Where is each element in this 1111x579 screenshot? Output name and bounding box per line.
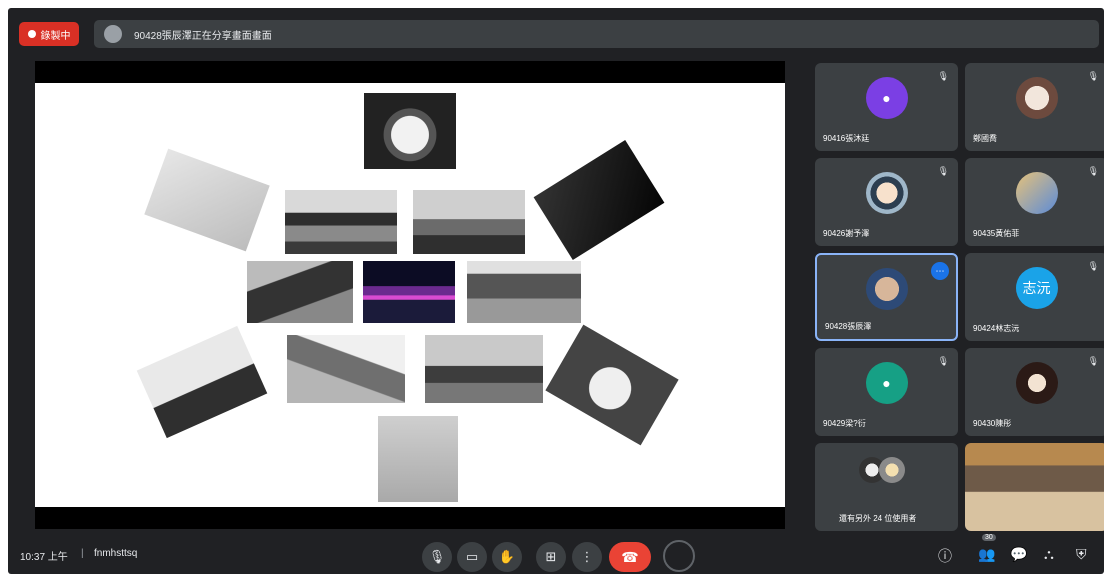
avatar: 志沅 (1015, 267, 1058, 310)
photo-building-left (247, 261, 353, 323)
photo-tilted-left-bottom (136, 325, 268, 439)
photo-building-right (467, 261, 581, 323)
loading-ring (663, 540, 695, 572)
meeting-code: fnmhsttsq (94, 548, 138, 559)
avatar (865, 267, 908, 310)
avatar (1015, 362, 1058, 405)
participant-tile[interactable]: 🎙 志沅 90424林志沅 (965, 253, 1104, 341)
separator: | (81, 548, 84, 559)
mic-off-icon: 🎙 (1087, 166, 1099, 176)
participant-name: 90426謝予澤 (823, 229, 870, 238)
avatar (1015, 172, 1058, 215)
participant-name: 90424林志沅 (973, 324, 1020, 333)
present-icon: ⊞ (545, 549, 557, 564)
recording-label: 錄製中 (40, 30, 71, 42)
avatar (865, 172, 908, 215)
participant-tile-active[interactable]: ⋯ 90428張辰澤 (815, 253, 958, 341)
info-icon[interactable]: ⓘ (938, 546, 952, 566)
photo-trees (285, 190, 397, 254)
shield-icon[interactable]: ⛨ (1076, 546, 1087, 563)
mic-icon: 🎙 (428, 549, 446, 564)
recording-indicator[interactable]: 錄製中 (19, 22, 79, 46)
shared-screen[interactable] (35, 61, 785, 529)
record-dot-icon (27, 30, 36, 38)
top-bar: 錄製中 90428張辰澤正在分享畫面畫面 (8, 8, 1104, 54)
others-avatars (859, 457, 915, 483)
photo-tilted-right-bottom (545, 324, 679, 446)
participant-tile[interactable]: 🎙 90430陳彤 (965, 348, 1104, 436)
avatar: ● (865, 362, 908, 405)
raise-hand-button[interactable]: ✋ (492, 542, 522, 572)
mic-off-icon: 🎙 (1087, 261, 1099, 271)
participant-tile[interactable]: 🎙 鄭國喬 (965, 63, 1104, 151)
avatar (879, 457, 905, 483)
participant-tile[interactable]: 🎙 90435黃佑菲 (965, 158, 1104, 246)
activities-icon[interactable]: ⛬ (1044, 546, 1054, 563)
avatar-text: 志沅 (1022, 280, 1051, 297)
others-count-label: 還有另外 24 位使用者 (839, 514, 917, 523)
mic-off-icon: 🎙 (1087, 71, 1099, 81)
photo-tilted-right-top (533, 140, 665, 260)
camera-button[interactable]: ▭ (457, 542, 487, 572)
camera-icon: ▭ (465, 549, 479, 564)
participant-name: 90428張辰澤 (825, 322, 872, 331)
mic-off-icon: 🎙 (937, 166, 949, 176)
participant-name: 90430陳彤 (973, 419, 1012, 428)
hand-icon: ✋ (498, 549, 516, 564)
participant-tile[interactable]: 🎙 ● 90416張沐廷 (815, 63, 958, 151)
bottom-bar: 10:37 上午 | fnmhsttsq 🎙 ▭ ✋ ⊞ ⋮ ☎ ⓘ 👥 30 … (8, 534, 1104, 574)
photo-bottom-center (378, 416, 458, 502)
mic-off-icon: 🎙 (1087, 356, 1099, 366)
leave-call-button[interactable]: ☎ (609, 542, 651, 572)
people-count-badge: 30 (982, 534, 996, 541)
photo-architecture (287, 335, 405, 403)
mic-button[interactable]: 🎙 (422, 542, 452, 572)
participant-name: 90429梁?衍 (823, 419, 866, 428)
others-tile[interactable]: 還有另外 24 位使用者 (815, 443, 958, 531)
clock: 10:37 上午 (20, 552, 68, 563)
participant-tile[interactable]: 🎙 90426謝予澤 (815, 158, 958, 246)
photo-night-lights (363, 261, 455, 323)
logo-photo (364, 93, 456, 169)
photo-tilted-left-top (144, 148, 270, 252)
chat-icon[interactable]: 💬 (1010, 546, 1027, 563)
participant-tile[interactable]: 🎙 ● 90429梁?衍 (815, 348, 958, 436)
more-icon: ⋮ (580, 549, 594, 564)
participant-name: 鄭國喬 (973, 134, 997, 143)
presenter-avatar (104, 25, 122, 43)
mic-off-icon: 🎙 (937, 356, 949, 366)
photo-landscape (425, 335, 543, 403)
participant-name: 90435黃佑菲 (973, 229, 1020, 238)
presentation-slide (35, 83, 785, 507)
more-options-button[interactable]: ⋮ (572, 542, 602, 572)
participant-name: 90416張沐廷 (823, 134, 870, 143)
avatar: ● (865, 77, 908, 120)
self-view-tile[interactable] (965, 443, 1104, 531)
presenter-bar: 90428張辰澤正在分享畫面畫面 (94, 20, 1099, 48)
photo-rides (413, 190, 525, 254)
presenter-text: 90428張辰澤正在分享畫面畫面 (134, 31, 272, 42)
present-button[interactable]: ⊞ (536, 542, 566, 572)
people-icon[interactable]: 👥 (978, 546, 995, 563)
speaking-icon: ⋯ (931, 262, 949, 280)
meet-window: 錄製中 90428張辰澤正在分享畫面畫面 🎙 ● 90416張沐廷 🎙 鄭國喬 … (8, 8, 1104, 574)
mic-off-icon: 🎙 (937, 71, 949, 81)
phone-icon: ☎ (621, 548, 639, 565)
avatar (1015, 77, 1058, 120)
